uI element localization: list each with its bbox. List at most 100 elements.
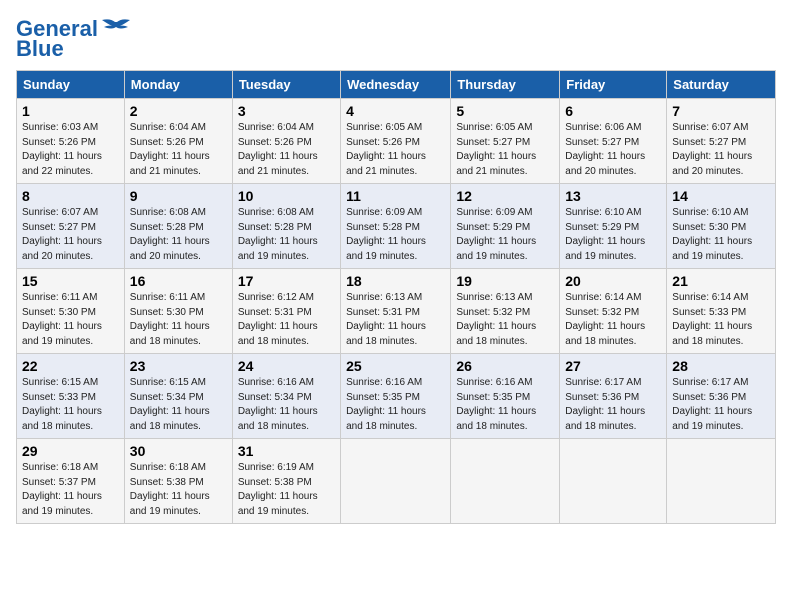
day-number: 9 <box>130 188 227 204</box>
day-info: Sunrise: 6:11 AM Sunset: 5:30 PM Dayligh… <box>22 291 119 349</box>
day-number: 2 <box>130 103 227 119</box>
day-info: Sunrise: 6:16 AM Sunset: 5:35 PM Dayligh… <box>346 376 445 434</box>
day-info: Sunrise: 6:15 AM Sunset: 5:34 PM Dayligh… <box>130 376 227 434</box>
calendar-cell: 4Sunrise: 6:05 AM Sunset: 5:26 PM Daylig… <box>341 99 451 184</box>
calendar-cell: 27 Sunrise: 6:17 AM Sunset: 5:36 PM Dayli… <box>560 354 667 439</box>
day-info: Sunrise: 6:08 AM Sunset: 5:28 PM Dayligh… <box>238 206 335 264</box>
day-number: 17 <box>238 273 335 289</box>
calendar-cell: 25 Sunrise: 6:16 AM Sunset: 5:35 PM Dayli… <box>341 354 451 439</box>
calendar-cell: 11 Sunrise: 6:09 AM Sunset: 5:28 PM Dayli… <box>341 184 451 269</box>
calendar-cell: 7 Sunrise: 6:07 AM Sunset: 5:27 PM Daylig… <box>667 99 776 184</box>
calendar-cell: 10 Sunrise: 6:08 AM Sunset: 5:28 PM Dayli… <box>232 184 340 269</box>
calendar-week-2: 8Sunrise: 6:07 AM Sunset: 5:27 PM Daylig… <box>17 184 776 269</box>
header-cell-monday: Monday <box>124 71 232 99</box>
header-cell-friday: Friday <box>560 71 667 99</box>
day-number: 24 <box>238 358 335 374</box>
calendar-cell: 26 Sunrise: 6:16 AM Sunset: 5:35 PM Dayli… <box>451 354 560 439</box>
day-info: Sunrise: 6:04 AM Sunset: 5:26 PM Dayligh… <box>238 121 335 179</box>
header-cell-wednesday: Wednesday <box>341 71 451 99</box>
calendar-cell: 16 Sunrise: 6:11 AM Sunset: 5:30 PM Dayli… <box>124 269 232 354</box>
calendar-cell: 8Sunrise: 6:07 AM Sunset: 5:27 PM Daylig… <box>17 184 125 269</box>
header-cell-thursday: Thursday <box>451 71 560 99</box>
day-number: 6 <box>565 103 661 119</box>
day-number: 27 <box>565 358 661 374</box>
day-number: 21 <box>672 273 770 289</box>
calendar-cell: 9 Sunrise: 6:08 AM Sunset: 5:28 PM Daylig… <box>124 184 232 269</box>
day-number: 26 <box>456 358 554 374</box>
calendar-cell: 31 Sunrise: 6:19 AM Sunset: 5:38 PM Dayli… <box>232 439 340 524</box>
day-info: Sunrise: 6:15 AM Sunset: 5:33 PM Dayligh… <box>22 376 119 434</box>
day-info: Sunrise: 6:06 AM Sunset: 5:27 PM Dayligh… <box>565 121 661 179</box>
calendar-cell: 5 Sunrise: 6:05 AM Sunset: 5:27 PM Daylig… <box>451 99 560 184</box>
calendar-cell: 18Sunrise: 6:13 AM Sunset: 5:31 PM Dayli… <box>341 269 451 354</box>
day-number: 5 <box>456 103 554 119</box>
calendar-cell: 22 Sunrise: 6:15 AM Sunset: 5:33 PM Dayli… <box>17 354 125 439</box>
day-info: Sunrise: 6:16 AM Sunset: 5:35 PM Dayligh… <box>456 376 554 434</box>
calendar-cell: 17 Sunrise: 6:12 AM Sunset: 5:31 PM Dayli… <box>232 269 340 354</box>
day-number: 13 <box>565 188 661 204</box>
logo-blue-text: Blue <box>16 36 64 62</box>
calendar-week-3: 15 Sunrise: 6:11 AM Sunset: 5:30 PM Dayli… <box>17 269 776 354</box>
calendar-cell: 1 Sunrise: 6:03 AM Sunset: 5:26 PM Daylig… <box>17 99 125 184</box>
day-info: Sunrise: 6:17 AM Sunset: 5:36 PM Dayligh… <box>672 376 770 434</box>
day-info: Sunrise: 6:11 AM Sunset: 5:30 PM Dayligh… <box>130 291 227 349</box>
day-info: Sunrise: 6:08 AM Sunset: 5:28 PM Dayligh… <box>130 206 227 264</box>
day-number: 7 <box>672 103 770 119</box>
calendar-body: 1 Sunrise: 6:03 AM Sunset: 5:26 PM Daylig… <box>17 99 776 524</box>
day-info: Sunrise: 6:10 AM Sunset: 5:29 PM Dayligh… <box>565 206 661 264</box>
day-number: 25 <box>346 358 445 374</box>
calendar-cell: 19 Sunrise: 6:13 AM Sunset: 5:32 PM Dayli… <box>451 269 560 354</box>
calendar-cell: 15 Sunrise: 6:11 AM Sunset: 5:30 PM Dayli… <box>17 269 125 354</box>
calendar-week-5: 29 Sunrise: 6:18 AM Sunset: 5:37 PM Dayli… <box>17 439 776 524</box>
day-info: Sunrise: 6:18 AM Sunset: 5:38 PM Dayligh… <box>130 461 227 519</box>
day-info: Sunrise: 6:19 AM Sunset: 5:38 PM Dayligh… <box>238 461 335 519</box>
day-number: 16 <box>130 273 227 289</box>
day-info: Sunrise: 6:18 AM Sunset: 5:37 PM Dayligh… <box>22 461 119 519</box>
header: General Blue <box>16 16 776 62</box>
day-number: 20 <box>565 273 661 289</box>
day-info: Sunrise: 6:17 AM Sunset: 5:36 PM Dayligh… <box>565 376 661 434</box>
calendar-week-4: 22 Sunrise: 6:15 AM Sunset: 5:33 PM Dayli… <box>17 354 776 439</box>
day-number: 30 <box>130 443 227 459</box>
day-info: Sunrise: 6:14 AM Sunset: 5:32 PM Dayligh… <box>565 291 661 349</box>
logo: General Blue <box>16 16 132 62</box>
calendar-cell: 3Sunrise: 6:04 AM Sunset: 5:26 PM Daylig… <box>232 99 340 184</box>
day-number: 28 <box>672 358 770 374</box>
day-info: Sunrise: 6:07 AM Sunset: 5:27 PM Dayligh… <box>22 206 119 264</box>
calendar-cell: 14Sunrise: 6:10 AM Sunset: 5:30 PM Dayli… <box>667 184 776 269</box>
calendar-cell: 20 Sunrise: 6:14 AM Sunset: 5:32 PM Dayli… <box>560 269 667 354</box>
calendar-cell <box>451 439 560 524</box>
day-info: Sunrise: 6:12 AM Sunset: 5:31 PM Dayligh… <box>238 291 335 349</box>
day-info: Sunrise: 6:04 AM Sunset: 5:26 PM Dayligh… <box>130 121 227 179</box>
day-number: 29 <box>22 443 119 459</box>
header-cell-sunday: Sunday <box>17 71 125 99</box>
day-number: 15 <box>22 273 119 289</box>
day-number: 19 <box>456 273 554 289</box>
calendar-cell <box>667 439 776 524</box>
calendar-cell <box>560 439 667 524</box>
day-number: 1 <box>22 103 119 119</box>
header-cell-tuesday: Tuesday <box>232 71 340 99</box>
calendar-cell: 6 Sunrise: 6:06 AM Sunset: 5:27 PM Daylig… <box>560 99 667 184</box>
day-info: Sunrise: 6:16 AM Sunset: 5:34 PM Dayligh… <box>238 376 335 434</box>
day-info: Sunrise: 6:05 AM Sunset: 5:26 PM Dayligh… <box>346 121 445 179</box>
day-number: 11 <box>346 188 445 204</box>
calendar-header: SundayMondayTuesdayWednesdayThursdayFrid… <box>17 71 776 99</box>
day-number: 18 <box>346 273 445 289</box>
day-number: 22 <box>22 358 119 374</box>
calendar-cell: 2 Sunrise: 6:04 AM Sunset: 5:26 PM Daylig… <box>124 99 232 184</box>
header-cell-saturday: Saturday <box>667 71 776 99</box>
day-info: Sunrise: 6:09 AM Sunset: 5:29 PM Dayligh… <box>456 206 554 264</box>
day-info: Sunrise: 6:09 AM Sunset: 5:28 PM Dayligh… <box>346 206 445 264</box>
day-number: 31 <box>238 443 335 459</box>
day-number: 10 <box>238 188 335 204</box>
calendar-cell: 28 Sunrise: 6:17 AM Sunset: 5:36 PM Dayli… <box>667 354 776 439</box>
day-info: Sunrise: 6:14 AM Sunset: 5:33 PM Dayligh… <box>672 291 770 349</box>
day-info: Sunrise: 6:13 AM Sunset: 5:32 PM Dayligh… <box>456 291 554 349</box>
day-info: Sunrise: 6:07 AM Sunset: 5:27 PM Dayligh… <box>672 121 770 179</box>
calendar-cell: 13 Sunrise: 6:10 AM Sunset: 5:29 PM Dayli… <box>560 184 667 269</box>
day-info: Sunrise: 6:03 AM Sunset: 5:26 PM Dayligh… <box>22 121 119 179</box>
day-number: 12 <box>456 188 554 204</box>
logo-bird-icon <box>102 18 132 40</box>
day-info: Sunrise: 6:05 AM Sunset: 5:27 PM Dayligh… <box>456 121 554 179</box>
